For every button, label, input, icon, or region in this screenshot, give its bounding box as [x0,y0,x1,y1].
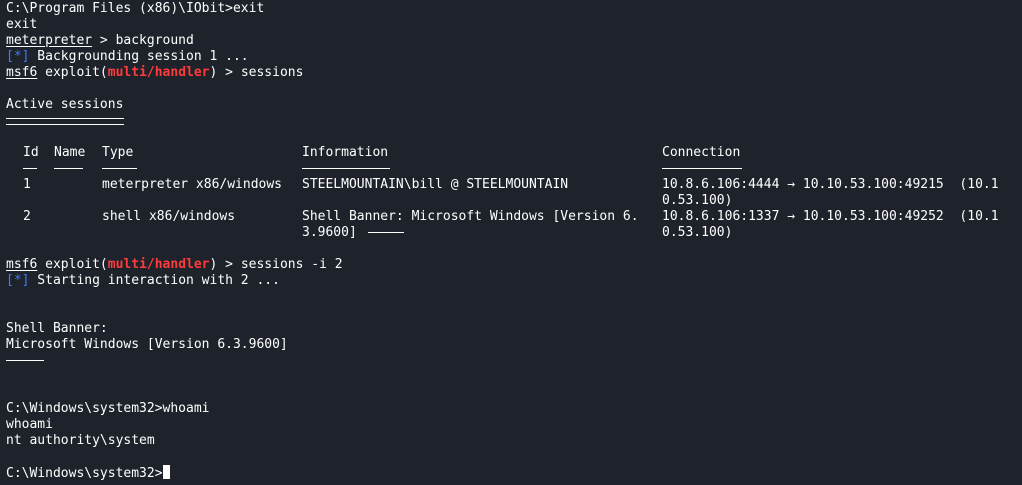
terminal-line: meterpreter > background [6,33,1022,49]
header-divider [102,168,137,169]
output-text: nt authority\system [6,433,155,448]
table-row-continuation: 3.9600] 0.53.100) [6,225,1022,241]
column-header-connection: Connection [662,145,741,160]
column-header-type: Type [102,145,134,160]
session-connection-cont: 0.53.100) [662,225,733,240]
output-text: C:\Program Files (x86)\IObit>exit [6,1,265,16]
input-line[interactable]: C:\Windows\system32> [6,465,1022,481]
terminal-line: whoami [6,417,1022,433]
module-name: multi/handler [107,257,210,272]
text-divider [6,360,44,361]
msf-prompt: msf6 [6,65,38,80]
session-type: meterpreter x86/windows [102,177,283,192]
table-row: 1 meterpreter x86/windows STEELMOUNTAIN\… [6,177,1022,193]
double-underline [6,118,124,125]
text-cursor[interactable] [162,465,170,479]
column-header-information: Information [302,145,389,160]
header-divider [23,168,37,169]
command-text: sessions -i 2 [240,257,343,272]
table-header: Id Name Type Information Connection [6,145,1022,161]
output-text: Shell Banner: [6,321,108,336]
terminal-line: C:\Program Files (x86)\IObit>exit [6,1,1022,17]
terminal-line: exit [6,17,1022,33]
session-information-cont: 3.9600] [302,225,365,240]
meterpreter-prompt: meterpreter [6,33,93,48]
session-information: STEELMOUNTAIN\bill @ STEELMOUNTAIN [302,177,569,192]
terminal-line: Microsoft Windows [Version 6.3.9600] [6,337,1022,353]
session-connection: 10.8.6.106:4444 → 10.10.53.100:49215 (10… [662,177,999,192]
output-text: whoami [6,417,53,432]
command-text: > background [92,33,194,48]
session-information: Shell Banner: Microsoft Windows [Version… [302,209,639,224]
shell-prompt: C:\Windows\system32> [6,466,163,481]
prompt-text: exploit( [37,257,108,272]
output-text: Microsoft Windows [Version 6.3.9600] [6,337,288,352]
output-text: Starting interaction with 2 ... [29,273,280,288]
table-row-continuation: 0.53.100) [6,193,1022,209]
column-header-name: Name [54,145,86,160]
terminal-line: [*] Backgrounding session 1 ... [6,49,1022,65]
module-name: multi/handler [107,65,210,80]
column-header-id: Id [23,145,39,160]
session-connection-cont: 0.53.100) [662,193,733,208]
divider-line [6,353,1022,369]
msf-prompt: msf6 [6,257,38,272]
section-title: Active sessions [6,97,124,112]
output-text: Backgrounding session 1 ... [29,49,249,64]
prompt-text: exploit( [37,65,108,80]
session-type: shell x86/windows [102,209,236,224]
terminal-line: msf6 exploit(multi/handler) > sessions [6,65,1022,81]
session-connection: 10.8.6.106:1337 → 10.10.53.100:49252 (10… [662,209,999,224]
terminal-line: [*] Starting interaction with 2 ... [6,273,1022,289]
text-divider [368,232,404,233]
terminal-window[interactable]: C:\Program Files (x86)\IObit>exit exit m… [0,0,1022,485]
session-id: 1 [23,177,31,192]
output-text: exit [6,17,38,32]
terminal-line: Active sessions [6,97,1022,113]
table-row: 2 shell x86/windows Shell Banner: Micros… [6,209,1022,225]
section-underline [6,113,1022,129]
terminal-line: Shell Banner: [6,321,1022,337]
header-divider [302,168,390,169]
command-text: C:\Windows\system32>whoami [6,401,210,416]
terminal-line: msf6 exploit(multi/handler) > sessions -… [6,257,1022,273]
command-text: sessions [240,65,304,80]
session-id: 2 [23,209,31,224]
info-tag: [*] [6,273,30,288]
prompt-text: ) > [209,65,241,80]
terminal-line: C:\Windows\system32>whoami [6,401,1022,417]
info-tag: [*] [6,49,30,64]
table-header-underline [6,161,1022,177]
header-divider [54,168,83,169]
prompt-text: ) > [209,257,241,272]
header-divider [662,168,742,169]
terminal-line: nt authority\system [6,433,1022,449]
